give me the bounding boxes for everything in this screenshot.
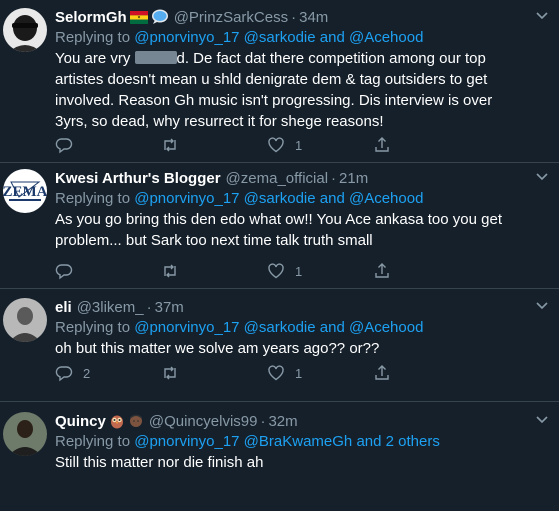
like-button[interactable]: 1 — [267, 364, 373, 382]
separator: · — [260, 412, 266, 430]
like-icon — [268, 137, 284, 153]
like-button[interactable]: 1 — [267, 262, 373, 280]
retweet-icon — [164, 264, 176, 278]
reply-icon — [55, 138, 73, 154]
separator: · — [291, 8, 297, 26]
chevron-down-icon[interactable] — [533, 410, 551, 428]
display-name[interactable]: Kwesi Arthur's Blogger — [55, 170, 221, 187]
replying-to-label: Replying to — [55, 190, 135, 207]
share-icon — [375, 365, 389, 380]
reply-count: 2 — [83, 365, 91, 381]
timestamp[interactable]: 37m — [155, 299, 184, 316]
tweet[interactable]: eli @3likem_ · 37m Replying to @pnorviny… — [0, 289, 559, 402]
reply-icon — [55, 264, 73, 280]
tweet-actions: 2 1 — [55, 362, 479, 384]
replying-to-label: Replying to — [55, 319, 135, 336]
like-icon — [268, 365, 284, 381]
timestamp[interactable]: 32m — [268, 413, 297, 430]
avatar[interactable] — [3, 8, 47, 52]
timestamp[interactable]: 34m — [299, 9, 328, 26]
display-name[interactable]: eli — [55, 299, 72, 316]
handle[interactable]: @zema_official — [226, 170, 329, 187]
chevron-down-icon[interactable] — [533, 296, 551, 314]
reply-mentions[interactable]: @pnorvinyo_17 @BraKwameGh and 2 others — [134, 433, 440, 450]
separator: · — [146, 298, 152, 316]
reply-button[interactable]: 2 — [55, 364, 161, 382]
retweet-button[interactable] — [161, 262, 267, 280]
tweet-text: You are vry d. De fact dat there competi… — [55, 48, 525, 132]
share-icon — [375, 137, 389, 152]
reply-mentions[interactable]: @pnorvinyo_17 @sarkodie and @Acehood — [134, 190, 423, 207]
display-name[interactable]: Quincy — [55, 413, 106, 430]
replying-to: Replying to @pnorvinyo_17 @sarkodie and … — [55, 318, 525, 338]
like-count: 1 — [295, 137, 303, 153]
avatar[interactable] — [3, 298, 47, 342]
like-count: 1 — [295, 365, 303, 381]
tweet-actions: 1 — [55, 134, 479, 156]
like-button[interactable]: 1 — [267, 136, 373, 154]
separator: · — [331, 169, 337, 187]
man-emoji — [128, 413, 144, 429]
handle[interactable]: @3likem_ — [77, 299, 144, 316]
tweet[interactable]: ZEMA Kwesi Arthur's Blogger @zema_offici… — [0, 163, 559, 289]
ghana-flag-emoji — [129, 10, 148, 24]
retweet-icon — [164, 366, 176, 380]
share-button[interactable] — [373, 262, 479, 280]
replying-to: Replying to @pnorvinyo_17 @sarkodie and … — [55, 189, 525, 209]
retweet-button[interactable] — [161, 136, 267, 154]
share-button[interactable] — [373, 136, 479, 154]
avatar[interactable] — [3, 412, 47, 456]
share-icon — [375, 263, 389, 278]
handle[interactable]: @Quincyelvis99 — [149, 413, 258, 430]
chevron-down-icon[interactable] — [533, 167, 551, 185]
reply-icon — [55, 366, 73, 382]
speech-bubble-emoji — [151, 9, 169, 25]
tweet-feed: SelormGh @PrinzSarkCess · 34m Replying t… — [0, 0, 559, 511]
tweet[interactable]: Quincy @Quincyelvis99 · 32m Replying to … — [0, 402, 559, 511]
display-name[interactable]: SelormGh — [55, 9, 127, 26]
retweet-button[interactable] — [161, 364, 267, 382]
censored-word — [134, 51, 177, 64]
share-button[interactable] — [373, 364, 479, 382]
replying-to: Replying to @pnorvinyo_17 @sarkodie and … — [55, 28, 525, 48]
tweet-text: oh but this matter we solve am years ago… — [55, 340, 380, 357]
like-icon — [268, 263, 284, 279]
tweet[interactable]: SelormGh @PrinzSarkCess · 34m Replying t… — [0, 0, 559, 163]
reply-mentions[interactable]: @pnorvinyo_17 @sarkodie and @Acehood — [134, 319, 423, 336]
timestamp[interactable]: 21m — [339, 170, 368, 187]
avatar[interactable]: ZEMA — [3, 169, 47, 213]
tweet-text-part: You are vry — [55, 50, 135, 67]
reply-button[interactable] — [55, 262, 161, 280]
replying-to: Replying to @pnorvinyo_17 @BraKwameGh an… — [55, 432, 525, 452]
chevron-down-icon[interactable] — [533, 6, 551, 24]
reply-mentions[interactable]: @pnorvinyo_17 @sarkodie and @Acehood — [134, 29, 423, 46]
replying-to-label: Replying to — [55, 433, 135, 450]
replying-to-label: Replying to — [55, 29, 135, 46]
tweet-text: Still this matter nor die finish ah — [55, 454, 264, 471]
owl-emoji — [109, 413, 125, 429]
like-count: 1 — [295, 263, 303, 279]
retweet-icon — [164, 138, 176, 152]
tweet-text: As you go bring this den edo what ow!! Y… — [55, 211, 507, 249]
tweet-actions: 1 — [55, 260, 479, 282]
handle[interactable]: @PrinzSarkCess — [174, 9, 288, 26]
reply-button[interactable] — [55, 136, 161, 154]
